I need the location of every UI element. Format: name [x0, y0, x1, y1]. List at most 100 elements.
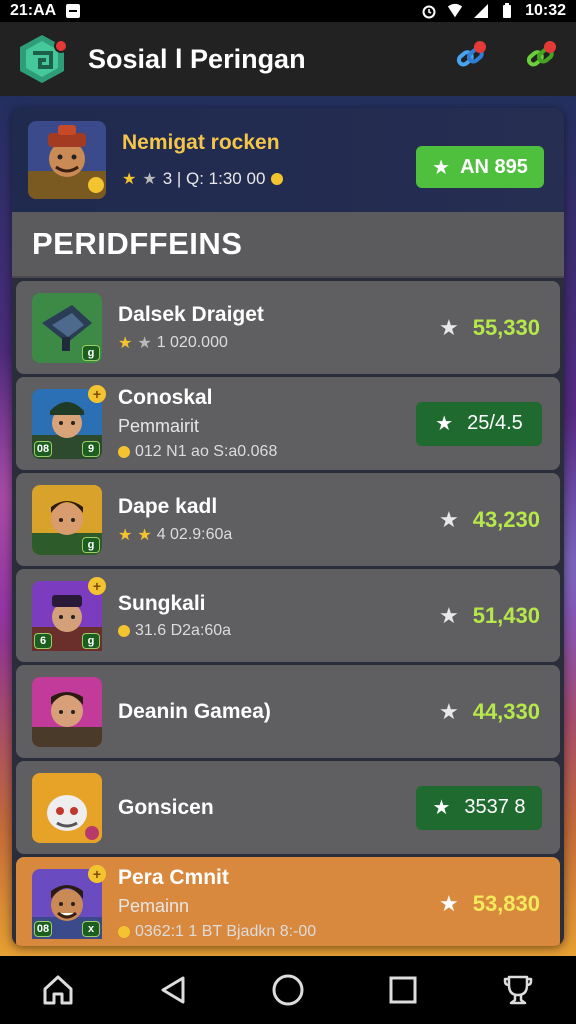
home-icon[interactable] — [34, 966, 82, 1014]
star-icon: ★ — [118, 334, 133, 352]
link-button-blue[interactable] — [450, 39, 490, 79]
coin-icon — [271, 173, 284, 185]
featured-name: Nemigat rocken — [122, 131, 280, 154]
player-avatar: g — [32, 484, 102, 555]
status-time-left: 21:AA — [10, 2, 57, 19]
star-icon: ★ — [438, 314, 459, 340]
player-avatar: + 08 x — [32, 864, 106, 939]
leaderboard-row[interactable]: Gonsicen ★ 3537 8 — [16, 761, 560, 854]
star-icon: ★ — [137, 334, 152, 352]
back-icon[interactable] — [149, 966, 197, 1014]
player-score: ★ 55,330 — [439, 315, 540, 341]
player-name: Gonsicen — [118, 795, 214, 819]
coin-icon — [118, 624, 130, 637]
player-score: ★ 51,430 — [439, 603, 540, 629]
player-score: ★ 44,330 — [439, 699, 540, 725]
player-meta: 31.6 D2a:60a — [118, 622, 231, 640]
star-icon: ★ — [118, 526, 133, 544]
notification-badge — [544, 41, 556, 53]
featured-avatar — [28, 121, 106, 199]
leaderboard-title: PERIDFFEINS — [32, 226, 243, 261]
featured-score-label: AN 895 — [460, 155, 528, 178]
link-button-green[interactable] — [520, 39, 560, 79]
star-icon: ★ — [435, 413, 454, 435]
player-score-value: 53,830 — [472, 890, 540, 916]
player-meta: ★ ★ 1 020.000 — [118, 333, 264, 353]
star-icon: ★ — [438, 506, 459, 532]
signal-icon — [473, 3, 489, 19]
player-avatar — [32, 676, 102, 747]
wifi-icon — [447, 3, 463, 19]
featured-meta-text: 3 | Q: 1:30 00 — [162, 169, 266, 188]
status-time-right: 10:32 — [525, 2, 566, 19]
player-avatar: + 08 9 — [32, 384, 106, 459]
leaderboard-list: g Dalsek Draiget ★ ★ 1 020.000 ★ 55,330 — [12, 281, 564, 946]
player-name: Deanin Gamea) — [118, 699, 271, 723]
app-title: Sosial l Peringan — [88, 43, 306, 74]
player-avatar: g — [32, 292, 102, 363]
star-icon: ★ — [432, 797, 451, 819]
app-logo-icon[interactable] — [16, 33, 68, 85]
circle-home-icon[interactable] — [264, 966, 312, 1014]
coin-icon — [118, 926, 130, 938]
player-subtitle: Pemainn — [118, 896, 190, 916]
player-score: ★ 53,830 — [439, 891, 540, 917]
level-badge: 6 — [34, 632, 52, 649]
leaderboard-row-current-user[interactable]: + 08 x Pera Cmnit Pemainn 0362:1 1 BT Bj… — [16, 857, 560, 946]
player-name: Conoskal — [118, 386, 213, 409]
coin-icon — [118, 446, 130, 458]
leaderboard-row[interactable]: + 6 g Sungkali 31.6 D2a:60a ★ 51,430 — [16, 569, 560, 662]
leaderboard-row[interactable]: g Dalsek Draiget ★ ★ 1 020.000 ★ 55,330 — [16, 281, 560, 374]
player-score-value: 43,230 — [472, 506, 540, 532]
player-name: Sungkali — [118, 591, 206, 615]
star-icon: ★ — [438, 890, 459, 916]
level-badge: g — [82, 632, 100, 649]
status-bar: 21:AA 10:32 — [0, 0, 576, 22]
player-score-value: 44,330 — [472, 698, 540, 724]
player-meta-text: 4 02.9:60a — [156, 525, 233, 543]
level-badge: 08 — [34, 920, 52, 937]
app-bar: Sosial l Peringan — [0, 22, 576, 96]
player-meta-text: 012 N1 ao S:a0.068 — [135, 443, 278, 460]
player-score-value: 51,430 — [472, 602, 540, 628]
notification-icon — [66, 4, 81, 18]
star-icon: ★ — [122, 171, 137, 188]
player-meta-text: 1 020.000 — [156, 333, 228, 351]
level-badge: g — [82, 344, 100, 361]
featured-meta: ★ ★ 3 | Q: 1:30 00 — [122, 169, 284, 189]
star-icon: ★ — [438, 602, 459, 628]
player-meta: 012 N1 ao S:a0.068 — [118, 443, 277, 461]
player-name: Pera Cmnit — [118, 866, 229, 889]
star-icon: ★ — [142, 171, 157, 188]
player-avatar: + 6 g — [32, 576, 106, 651]
leaderboard-panel: Nemigat rocken ★ ★ 3 | Q: 1:30 00 ★ AN 8… — [12, 108, 564, 946]
level-badge: 9 — [82, 440, 100, 457]
player-score-value: 3537 8 — [464, 796, 526, 818]
player-meta: 0362:1 1 BT Bjadkn 8:-00 — [118, 923, 316, 941]
player-avatar — [32, 772, 102, 843]
player-meta-text: 31.6 D2a:60a — [135, 621, 232, 639]
battery-icon — [499, 3, 515, 19]
featured-score-button[interactable]: ★ AN 895 — [416, 146, 544, 188]
player-score: ★ 43,230 — [439, 507, 540, 533]
score-pill-button[interactable]: ★ 3537 8 — [416, 785, 542, 830]
notification-badge — [474, 41, 486, 53]
leaderboard-row[interactable]: + 08 9 Conoskal Pemmairit 012 N1 ao S:a0… — [16, 377, 560, 470]
star-icon: ★ — [432, 156, 451, 179]
trophy-icon[interactable] — [494, 966, 542, 1014]
leaderboard-row[interactable]: Deanin Gamea) ★ 44,330 — [16, 665, 560, 758]
player-name: Dalsek Draiget — [118, 302, 264, 326]
player-meta-text: 0362:1 1 BT Bjadkn 8:-00 — [135, 923, 317, 940]
recents-icon[interactable] — [379, 966, 427, 1014]
star-icon: ★ — [438, 698, 459, 724]
player-meta: ★ ★ 4 02.9:60a — [118, 525, 232, 545]
leaderboard-row[interactable]: g Dape kadl ★ ★ 4 02.9:60a ★ 43,230 — [16, 473, 560, 566]
featured-player-card[interactable]: Nemigat rocken ★ ★ 3 | Q: 1:30 00 ★ AN 8… — [12, 108, 564, 212]
plus-icon: + — [88, 576, 106, 595]
plus-icon: + — [88, 384, 106, 403]
player-score-value: 25/4.5 — [467, 412, 523, 434]
player-name: Dape kadl — [118, 494, 218, 518]
plus-icon: + — [88, 864, 106, 883]
level-badge: x — [82, 920, 100, 937]
score-pill-button[interactable]: ★ 25/4.5 — [416, 401, 542, 446]
